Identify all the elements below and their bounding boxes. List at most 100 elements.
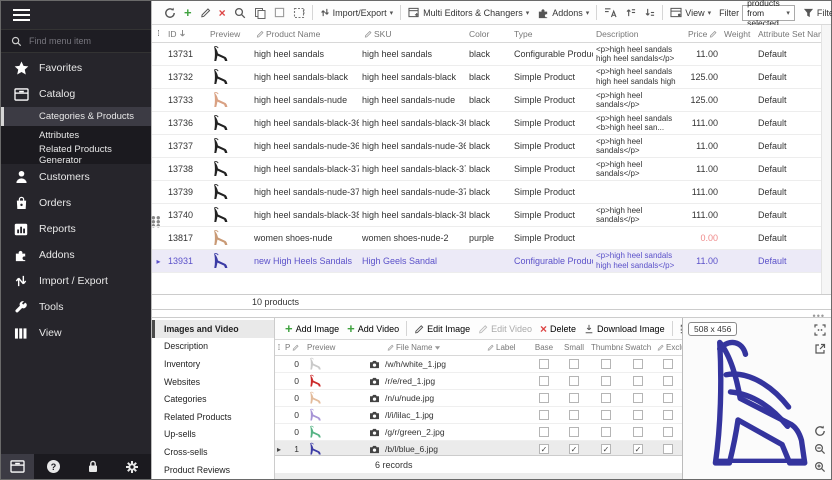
- help-button[interactable]: ?: [34, 460, 73, 473]
- swatch-checkbox[interactable]: [633, 393, 643, 403]
- menu-search-input[interactable]: [29, 36, 129, 46]
- horizontal-scrollbar[interactable]: [275, 473, 682, 479]
- filters-menu[interactable]: Filters▾: [799, 4, 832, 22]
- image-row[interactable]: 0/g/r/green_2.jpg: [275, 424, 682, 441]
- rotate-button[interactable]: [813, 424, 826, 437]
- sidebar-item-favorites[interactable]: Favorites: [1, 55, 151, 81]
- exclude-checkbox[interactable]: [663, 359, 673, 369]
- edit-image-button[interactable]: Edit Image: [410, 324, 474, 334]
- product-row[interactable]: 13740high heel sandals-black-38high heel…: [152, 204, 821, 227]
- multi-editors-menu[interactable]: Multi Editors & Changers▾: [404, 4, 533, 22]
- image-row[interactable]: 0/l/i/lilac_1.jpg: [275, 407, 682, 424]
- delete-image-button[interactable]: ×Delete: [536, 323, 580, 335]
- sidebar-item-tools[interactable]: Tools: [1, 294, 151, 320]
- collapse-rows-button[interactable]: [640, 4, 659, 22]
- add-product-button[interactable]: +: [180, 4, 196, 22]
- multi-select-button[interactable]: [289, 4, 309, 22]
- exclude-checkbox[interactable]: [663, 410, 673, 420]
- product-row[interactable]: 13733high heel sandals-nudehigh heel san…: [152, 89, 821, 112]
- small-checkbox[interactable]: [569, 427, 579, 437]
- product-row[interactable]: 13731high heel sandalshigh heel sandalsb…: [152, 43, 821, 66]
- products-grid-header[interactable]: ⁞ ID Preview Product Name SKU Color Type…: [152, 25, 821, 43]
- product-row[interactable]: 13739high heel sandals-nude-37high heel …: [152, 181, 821, 204]
- base-checkbox[interactable]: [539, 376, 549, 386]
- product-row[interactable]: 13736high heel sandals-black-36high heel…: [152, 112, 821, 135]
- sidebar-item-reports[interactable]: Reports: [1, 216, 151, 242]
- import-export-menu[interactable]: Import/Export▾: [316, 4, 398, 22]
- thumbnail-checkbox[interactable]: [601, 359, 611, 369]
- swatch-checkbox[interactable]: [633, 427, 643, 437]
- small-checkbox[interactable]: [569, 359, 579, 369]
- thumbnail-checkbox[interactable]: [601, 410, 611, 420]
- download-image-button[interactable]: Download Image: [580, 324, 669, 334]
- base-checkbox[interactable]: [539, 410, 549, 420]
- sidebar-item-customers[interactable]: Customers: [1, 164, 151, 190]
- swatch-checkbox[interactable]: [633, 359, 643, 369]
- view-menu[interactable]: View▾: [666, 4, 715, 22]
- image-row[interactable]: ▸1/b/l/blue_6.jpg✓✓✓✓: [275, 441, 682, 455]
- zoom-out-button[interactable]: [813, 442, 826, 455]
- settings-button[interactable]: [112, 460, 151, 474]
- select-button[interactable]: [270, 4, 289, 22]
- exclude-checkbox[interactable]: [663, 427, 673, 437]
- product-row[interactable]: 13737high heel sandals-nude-36high heel …: [152, 135, 821, 158]
- copy-button[interactable]: [250, 4, 270, 22]
- base-checkbox[interactable]: [539, 427, 549, 437]
- delete-product-button[interactable]: ×: [215, 4, 230, 22]
- thumbnail-checkbox[interactable]: [601, 427, 611, 437]
- swatch-checkbox[interactable]: [633, 410, 643, 420]
- sidebar-item-import-export[interactable]: Import / Export: [1, 268, 151, 294]
- sidebar-item-orders[interactable]: Orders: [1, 190, 151, 216]
- edit-video-button[interactable]: Edit Video: [474, 324, 536, 334]
- product-row[interactable]: 13738high heel sandals-black-37high heel…: [152, 158, 821, 181]
- base-checkbox[interactable]: [539, 359, 549, 369]
- tab-product-reviews[interactable]: Product Reviews: [152, 461, 274, 479]
- open-external-button[interactable]: [813, 342, 826, 355]
- add-video-button[interactable]: +Add Video: [343, 322, 403, 335]
- actual-size-button[interactable]: [813, 323, 826, 336]
- small-checkbox[interactable]: ✓: [569, 444, 579, 454]
- small-checkbox[interactable]: [569, 410, 579, 420]
- exclude-checkbox[interactable]: [663, 444, 673, 454]
- exclude-checkbox[interactable]: [663, 376, 673, 386]
- tab-images-and-video[interactable]: Images and Video: [152, 320, 274, 338]
- add-image-button[interactable]: +Add Image: [281, 322, 343, 335]
- hamburger-menu-button[interactable]: [1, 1, 151, 29]
- small-checkbox[interactable]: [569, 393, 579, 403]
- base-checkbox[interactable]: [539, 393, 549, 403]
- image-row[interactable]: 0/r/e/red_1.jpg: [275, 373, 682, 390]
- base-checkbox[interactable]: ✓: [539, 444, 549, 454]
- edit-product-button[interactable]: [196, 4, 215, 22]
- images-grid-header[interactable]: ⁞ P Preview File Name Label Base Small T…: [275, 340, 682, 356]
- tab-up-sells[interactable]: Up-sells: [152, 426, 274, 444]
- swatch-checkbox[interactable]: ✓: [633, 444, 643, 454]
- filter-select[interactable]: Show products from selected categories ▾: [742, 5, 795, 21]
- thumbnail-checkbox[interactable]: [601, 376, 611, 386]
- addons-menu[interactable]: Addons▾: [533, 4, 593, 22]
- thumbnail-checkbox[interactable]: ✓: [601, 444, 611, 454]
- tab-related-products[interactable]: Related Products: [152, 408, 274, 426]
- sidebar-item-catalog[interactable]: Catalog: [1, 81, 151, 107]
- image-row[interactable]: 0/n/u/nude.jpg: [275, 390, 682, 407]
- small-checkbox[interactable]: [569, 376, 579, 386]
- tab-categories[interactable]: Categories: [152, 390, 274, 408]
- swatch-checkbox[interactable]: [633, 376, 643, 386]
- product-row[interactable]: 13732high heel sandals-blackhigh heel sa…: [152, 66, 821, 89]
- vertical-scrollbar[interactable]: [821, 25, 831, 294]
- refresh-button[interactable]: [160, 4, 180, 22]
- thumbnail-checkbox[interactable]: [601, 393, 611, 403]
- expand-rows-button[interactable]: [621, 4, 640, 22]
- tab-websites[interactable]: Websites: [152, 373, 274, 391]
- sidebar-item-attributes[interactable]: Attributes: [1, 126, 151, 145]
- sidebar-item-related-products-generator[interactable]: Related Products Generator: [1, 145, 151, 164]
- tab-description[interactable]: Description: [152, 338, 274, 356]
- sidebar-item-addons[interactable]: Addons: [1, 242, 151, 268]
- image-row[interactable]: 0/w/h/white_1.jpg: [275, 356, 682, 373]
- catalog-shortcut-button[interactable]: [1, 454, 34, 479]
- panel-splitter[interactable]: •••: [152, 310, 831, 317]
- lock-button[interactable]: [73, 460, 112, 473]
- search-button[interactable]: [230, 4, 250, 22]
- exclude-checkbox[interactable]: [663, 393, 673, 403]
- product-row[interactable]: 13817women shoes-nudewomen shoes-nude-2p…: [152, 227, 821, 250]
- sidebar-item-categories-products[interactable]: Categories & Products: [1, 107, 151, 126]
